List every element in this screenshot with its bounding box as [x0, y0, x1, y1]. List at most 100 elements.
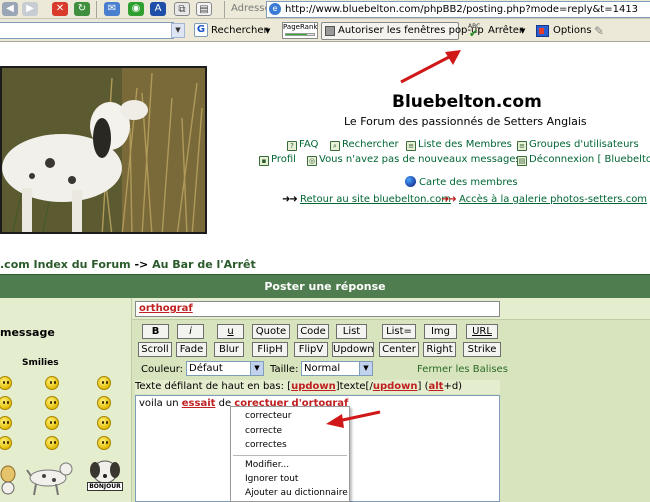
spellcheck-dropdown-icon[interactable]: ▼: [520, 22, 525, 40]
toolbar-options-button[interactable]: Options: [535, 22, 592, 40]
font-size-icon[interactable]: A: [150, 2, 166, 16]
spellcheck-stop-button[interactable]: ABC ✔ Arrêter ▼: [466, 22, 530, 40]
double-arrow-red-icon: ➜➜: [441, 194, 457, 205]
nav-back-site[interactable]: ➜➜ Retour au site bluebelton.com: [282, 194, 451, 205]
suggestion-item[interactable]: correcte: [245, 426, 282, 436]
pencil-icon[interactable]: ✎: [594, 24, 604, 38]
smiley-icon[interactable]: [97, 396, 111, 410]
options-label: Options: [553, 25, 592, 36]
copy-icon[interactable]: ⧉: [174, 2, 190, 16]
popup-blocker-button[interactable]: Autoriser les fenêtres pop-up: [321, 22, 484, 40]
mail-icon[interactable]: ✉: [104, 2, 120, 16]
help-line-text: +d): [443, 381, 463, 392]
smiley-icon[interactable]: [45, 376, 59, 390]
help-line: Texte défilant de haut en bas: [updown]t…: [135, 380, 500, 394]
strike-button[interactable]: Strike: [463, 342, 501, 357]
size-select[interactable]: Normal ▼: [301, 361, 373, 376]
site-title: Bluebelton.com: [392, 92, 542, 112]
pagerank-indicator[interactable]: PageRank: [282, 22, 318, 39]
close-tags-link[interactable]: Fermer les Balises: [417, 364, 508, 375]
breadcrumb-current[interactable]: Au Bar de l'Arrêt: [152, 258, 256, 271]
nav-messages[interactable]: ◎ Vous n'avez pas de nouveaux messages: [307, 154, 521, 166]
search-options-chevron-icon[interactable]: ▼: [265, 27, 270, 35]
code-button[interactable]: Code: [297, 324, 329, 339]
nav-members[interactable]: ≡ Liste des Membres: [406, 139, 512, 151]
suggestion-item[interactable]: correcteur: [245, 411, 291, 421]
gallery-link[interactable]: Accès à la galerie photos-setters.com: [459, 194, 647, 205]
smiley-icon[interactable]: [45, 436, 59, 450]
toolbar-search-input[interactable]: [0, 22, 174, 39]
back-arrow-icon[interactable]: ◀: [2, 2, 18, 16]
nav-map[interactable]: Carte des membres: [405, 176, 518, 188]
color-select[interactable]: Défaut ▼: [186, 361, 264, 376]
profile-icon: ▪: [259, 156, 269, 166]
url-button[interactable]: URL: [466, 324, 498, 339]
nav-faq[interactable]: ? FAQ: [287, 139, 318, 151]
nav-groups[interactable]: ≡ Groupes d'utilisateurs: [517, 139, 639, 151]
image-button[interactable]: Img: [424, 324, 457, 339]
address-bar[interactable]: e http://www.bluebelton.com/phpBB2/posti…: [266, 1, 650, 18]
page-icon[interactable]: ▤: [196, 2, 212, 16]
fliph-button[interactable]: FlipH: [252, 342, 288, 357]
underline-button[interactable]: u: [217, 324, 244, 339]
media-icon[interactable]: ◉: [128, 2, 144, 16]
smiley-icon[interactable]: [97, 376, 111, 390]
toolbar-divider: [224, 1, 225, 18]
right-button[interactable]: Right: [423, 342, 456, 357]
toolbar-divider: [96, 1, 97, 18]
globe-icon: [405, 176, 416, 187]
bonjour-dog-icon: [90, 460, 120, 484]
smilies-label: Smilies: [22, 358, 59, 368]
fade-button[interactable]: Fade: [176, 342, 207, 357]
annotation-arrow-top: [400, 50, 461, 84]
bonjour-dog-smiley[interactable]: BONJOUR: [86, 458, 124, 492]
ordered-list-button[interactable]: List=: [382, 324, 416, 339]
nav-logout[interactable]: ▤ Déconnexion [ Bluebelton: [517, 154, 650, 166]
nav-gallery[interactable]: ➜➜ Accès à la galerie photos-setters.com: [441, 194, 647, 205]
dog-photo-illustration: [2, 68, 205, 232]
smiley-icon[interactable]: [45, 396, 59, 410]
bold-button[interactable]: B: [142, 324, 169, 339]
center-button[interactable]: Center: [379, 342, 419, 357]
size-label: Taille:: [270, 364, 299, 375]
help-line-tag: updown: [291, 381, 336, 392]
back-site-link[interactable]: Retour au site bluebelton.com: [300, 194, 451, 205]
refresh-icon[interactable]: ↻: [74, 2, 90, 16]
forward-arrow-icon[interactable]: ▶: [22, 2, 38, 16]
breadcrumb-index[interactable]: .com Index du Forum: [0, 258, 131, 271]
faq-icon: ?: [287, 141, 297, 151]
ignore-all-menu-item[interactable]: Ignorer tout: [245, 474, 298, 484]
members-list-icon: ≡: [406, 141, 416, 151]
spellcheck-checkmark-icon: ✔: [469, 27, 479, 40]
search-history-dropdown[interactable]: ▼: [171, 23, 185, 38]
dog-smiley-icon[interactable]: [0, 458, 18, 496]
smiley-icon[interactable]: [45, 416, 59, 430]
chevron-down-icon: ▼: [250, 362, 263, 375]
misspelled-word[interactable]: essait: [182, 398, 216, 409]
subject-input[interactable]: orthograf: [135, 301, 500, 317]
stop-icon[interactable]: ✕: [52, 2, 68, 16]
nav-groups-label: Groupes d'utilisateurs: [529, 139, 639, 150]
updown-button[interactable]: Updown: [332, 342, 374, 357]
smiley-icon[interactable]: [97, 416, 111, 430]
flipv-button[interactable]: FlipV: [294, 342, 328, 357]
scroll-button[interactable]: Scroll: [138, 342, 172, 357]
nav-map-label: Carte des membres: [419, 177, 518, 188]
add-to-dictionary-menu-item[interactable]: Ajouter au dictionnaire: [245, 488, 348, 498]
popup-blocker-icon: [325, 26, 335, 36]
nav-search[interactable]: ⌕ Rechercher: [330, 139, 399, 151]
suggestion-item[interactable]: correctes: [245, 440, 287, 450]
smiley-icon[interactable]: [97, 436, 111, 450]
blur-button[interactable]: Blur: [214, 342, 244, 357]
color-select-value: Défaut: [189, 363, 223, 374]
search-button[interactable]: Rechercher: [211, 25, 268, 36]
nav-messages-label: Vous n'avez pas de nouveaux messages: [319, 154, 521, 165]
nav-profile-label: Profil: [271, 154, 296, 165]
italic-button[interactable]: i: [177, 324, 204, 339]
google-search-icon[interactable]: G: [194, 23, 208, 37]
quote-button[interactable]: Quote: [252, 324, 290, 339]
nav-profile[interactable]: ▪ Profil: [259, 154, 296, 166]
modify-menu-item[interactable]: Modifier...: [245, 460, 289, 470]
setter-dog-smiley-icon[interactable]: [26, 458, 76, 496]
list-button[interactable]: List: [336, 324, 367, 339]
